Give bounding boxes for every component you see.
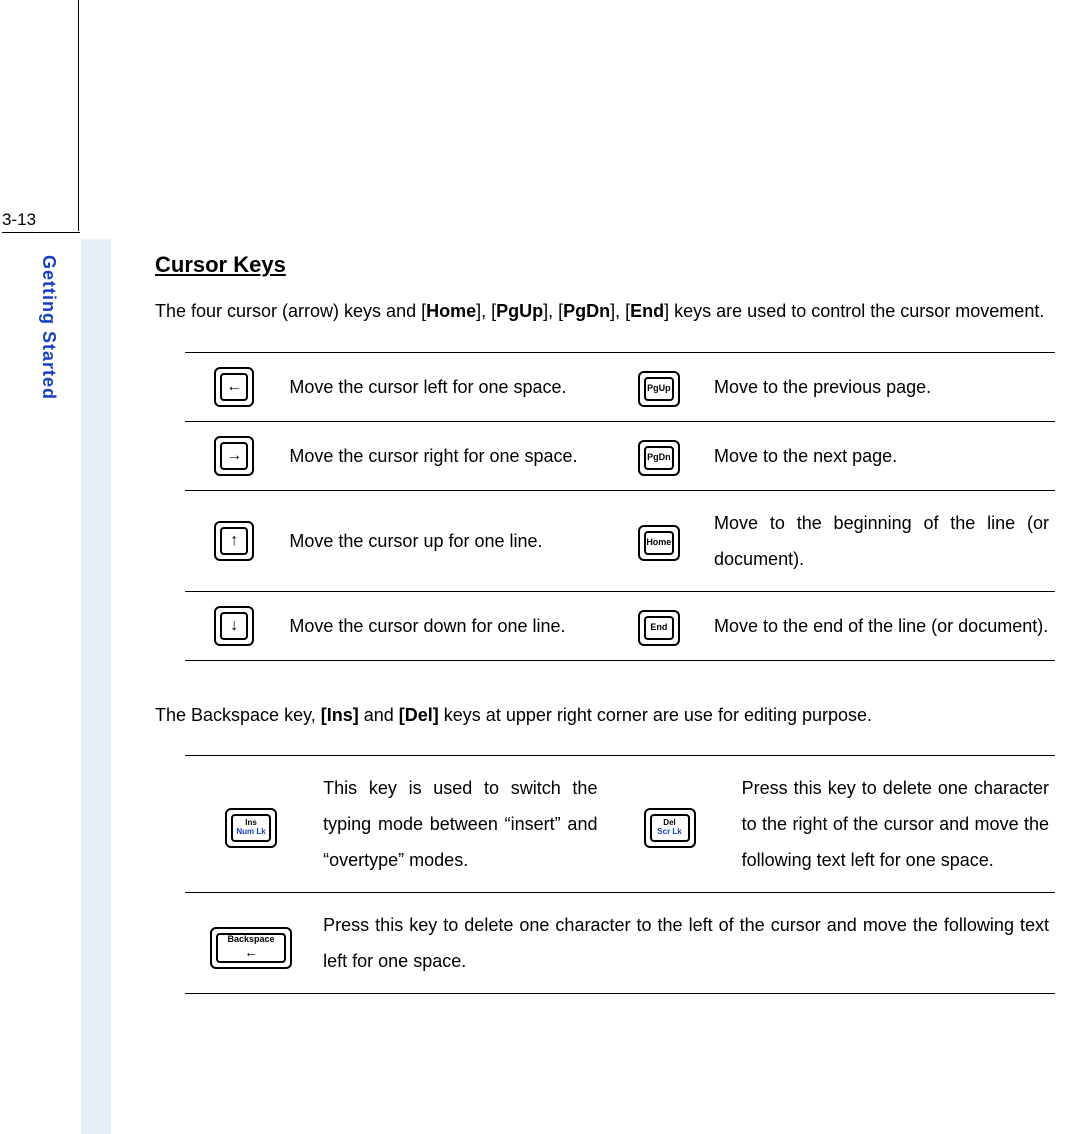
text: ], [	[610, 301, 630, 321]
keycap-label: ↑	[220, 527, 248, 555]
page-number-rule	[78, 0, 79, 231]
home-key-icon: Home	[638, 525, 680, 561]
keycap-cell: Ins Num Lk	[185, 756, 317, 893]
text: The four cursor (arrow) keys and [	[155, 301, 426, 321]
del-key-icon: Del Scr Lk	[644, 808, 696, 848]
key-home: Home	[426, 301, 476, 321]
key-description: Move the cursor down for one line.	[283, 591, 609, 660]
keycap-label: Del Scr Lk	[650, 814, 690, 842]
text: ], [	[543, 301, 563, 321]
pgdn-key-icon: PgDn	[638, 440, 680, 476]
key-description: Move to the end of the line (or document…	[708, 591, 1055, 660]
keycap-cell: →	[185, 421, 283, 490]
text: keys at upper right corner are use for e…	[439, 705, 872, 725]
key-description: Press this key to delete one character t…	[736, 756, 1055, 893]
up-arrow-key-icon: ↑	[214, 521, 254, 561]
pgup-key-icon: PgUp	[638, 371, 680, 407]
editing-paragraph: The Backspace key, [Ins] and [Del] keys …	[155, 696, 1077, 736]
keycap-cell: Backspace ←	[185, 893, 317, 994]
keycap-cell: ↓	[185, 591, 283, 660]
keycap-label: End	[644, 616, 674, 640]
key-description: Move to the next page.	[708, 421, 1055, 490]
keycap-bottom-label: Scr Lk	[657, 828, 681, 837]
ins-key-icon: Ins Num Lk	[225, 808, 277, 848]
table-row: ↓ Move the cursor down for one line. End…	[185, 591, 1055, 660]
key-ins: [Ins]	[321, 705, 359, 725]
key-description: Move to the previous page.	[708, 352, 1055, 421]
section-heading: Cursor Keys	[155, 252, 1077, 278]
key-end: End	[630, 301, 664, 321]
keycap-label: →	[220, 442, 248, 470]
key-pgdn: PgDn	[563, 301, 610, 321]
page-number: 3-13	[2, 210, 80, 233]
keycap-cell: End	[610, 591, 708, 660]
key-pgup: PgUp	[496, 301, 543, 321]
keycap-cell: ←	[185, 352, 283, 421]
keycap-arrow-label: ←	[244, 945, 258, 960]
sidebar-chapter-label: Getting Started	[38, 255, 59, 400]
key-description: Move the cursor left for one space.	[283, 352, 609, 421]
backspace-key-icon: Backspace ←	[210, 927, 292, 969]
text: ], [	[476, 301, 496, 321]
text: and	[359, 705, 399, 725]
key-description: Move to the beginning of the line (or do…	[708, 490, 1055, 591]
key-del: [Del]	[399, 705, 439, 725]
table-row: Ins Num Lk This key is used to switch th…	[185, 756, 1055, 893]
table-row: ↑ Move the cursor up for one line. Home …	[185, 490, 1055, 591]
right-arrow-key-icon: →	[214, 436, 254, 476]
keycap-label: ←	[220, 373, 248, 401]
cursor-keys-table: ← Move the cursor left for one space. Pg…	[185, 352, 1055, 661]
keycap-cell: Del Scr Lk	[603, 756, 735, 893]
sidebar-strip	[81, 239, 111, 1134]
table-row: ← Move the cursor left for one space. Pg…	[185, 352, 1055, 421]
key-description: This key is used to switch the typing mo…	[317, 756, 603, 893]
editing-keys-table: Ins Num Lk This key is used to switch th…	[185, 755, 1055, 994]
key-description: Press this key to delete one character t…	[317, 893, 1055, 994]
down-arrow-key-icon: ↓	[214, 606, 254, 646]
content-area: Cursor Keys The four cursor (arrow) keys…	[155, 252, 1077, 1029]
keycap-cell: ↑	[185, 490, 283, 591]
intro-paragraph: The four cursor (arrow) keys and [Home],…	[155, 292, 1077, 332]
keycap-bottom-label: Num Lk	[236, 828, 265, 837]
keycap-label: Backspace ←	[216, 933, 286, 963]
table-row: Backspace ← Press this key to delete one…	[185, 893, 1055, 994]
key-description: Move the cursor up for one line.	[283, 490, 609, 591]
keycap-cell: Home	[610, 490, 708, 591]
text: ] keys are used to control the cursor mo…	[664, 301, 1044, 321]
keycap-cell: PgDn	[610, 421, 708, 490]
end-key-icon: End	[638, 610, 680, 646]
keycap-label: PgUp	[644, 377, 674, 401]
text: The Backspace key,	[155, 705, 321, 725]
left-arrow-key-icon: ←	[214, 367, 254, 407]
keycap-cell: PgUp	[610, 352, 708, 421]
keycap-label: ↓	[220, 612, 248, 640]
keycap-label: Home	[644, 531, 674, 555]
keycap-label: PgDn	[644, 446, 674, 470]
page: 3-13 Getting Started Cursor Keys The fou…	[0, 0, 1078, 1134]
table-row: → Move the cursor right for one space. P…	[185, 421, 1055, 490]
key-description: Move the cursor right for one space.	[283, 421, 609, 490]
keycap-label: Ins Num Lk	[231, 814, 271, 842]
